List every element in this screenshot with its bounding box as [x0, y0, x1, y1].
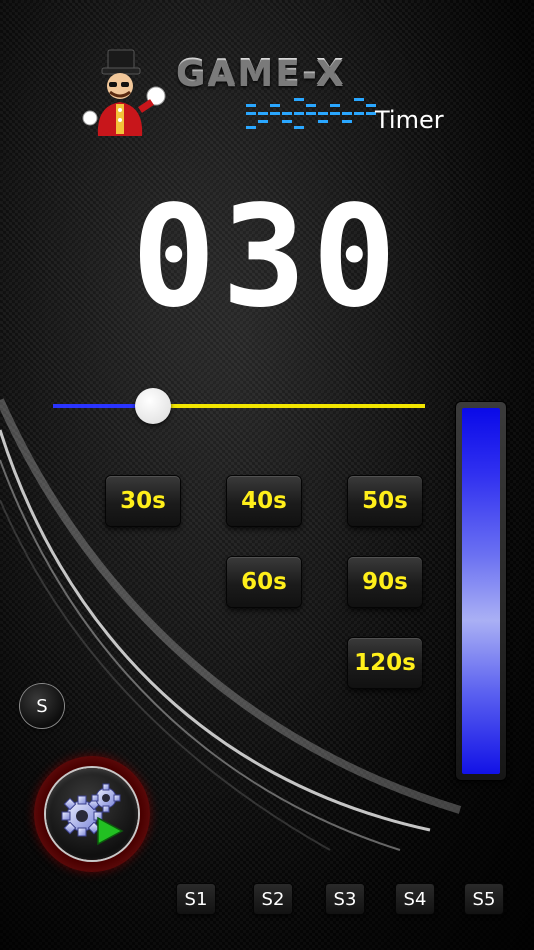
sound-s5-button[interactable]: S5: [465, 884, 503, 914]
brand-subtitle: Timer: [375, 106, 444, 134]
preset-60s-button[interactable]: 60s: [227, 557, 301, 607]
preset-40s-button[interactable]: 40s: [227, 476, 301, 526]
play-icon: [97, 816, 124, 846]
mascot-icon: [82, 49, 166, 136]
preset-90s-button[interactable]: 90s: [348, 557, 422, 607]
sound-s2-button[interactable]: S2: [254, 884, 292, 914]
slider-thumb[interactable]: [135, 388, 171, 424]
level-meter: [456, 402, 506, 780]
time-slider[interactable]: [53, 388, 425, 424]
timer-app-screen: GAME-X Timer 030 30s 40s 50s 60s 90s 120…: [0, 0, 534, 950]
settings-start-button[interactable]: [34, 756, 150, 872]
sound-s1-button[interactable]: S1: [177, 884, 215, 914]
preset-30s-button[interactable]: 30s: [106, 476, 180, 526]
brand-title: GAME-X: [176, 52, 346, 93]
slider-track-empty: [153, 404, 425, 408]
preset-120s-button[interactable]: 120s: [348, 638, 422, 688]
s-button[interactable]: S: [20, 684, 64, 728]
settings-start-button-face: [46, 768, 138, 860]
sound-s3-button[interactable]: S3: [326, 884, 364, 914]
sound-s4-button[interactable]: S4: [396, 884, 434, 914]
level-meter-fill: [462, 408, 500, 774]
equalizer-graphic: [246, 98, 376, 129]
preset-50s-button[interactable]: 50s: [348, 476, 422, 526]
timer-display: 030: [131, 176, 403, 339]
app-logo: GAME-X Timer: [80, 48, 460, 143]
